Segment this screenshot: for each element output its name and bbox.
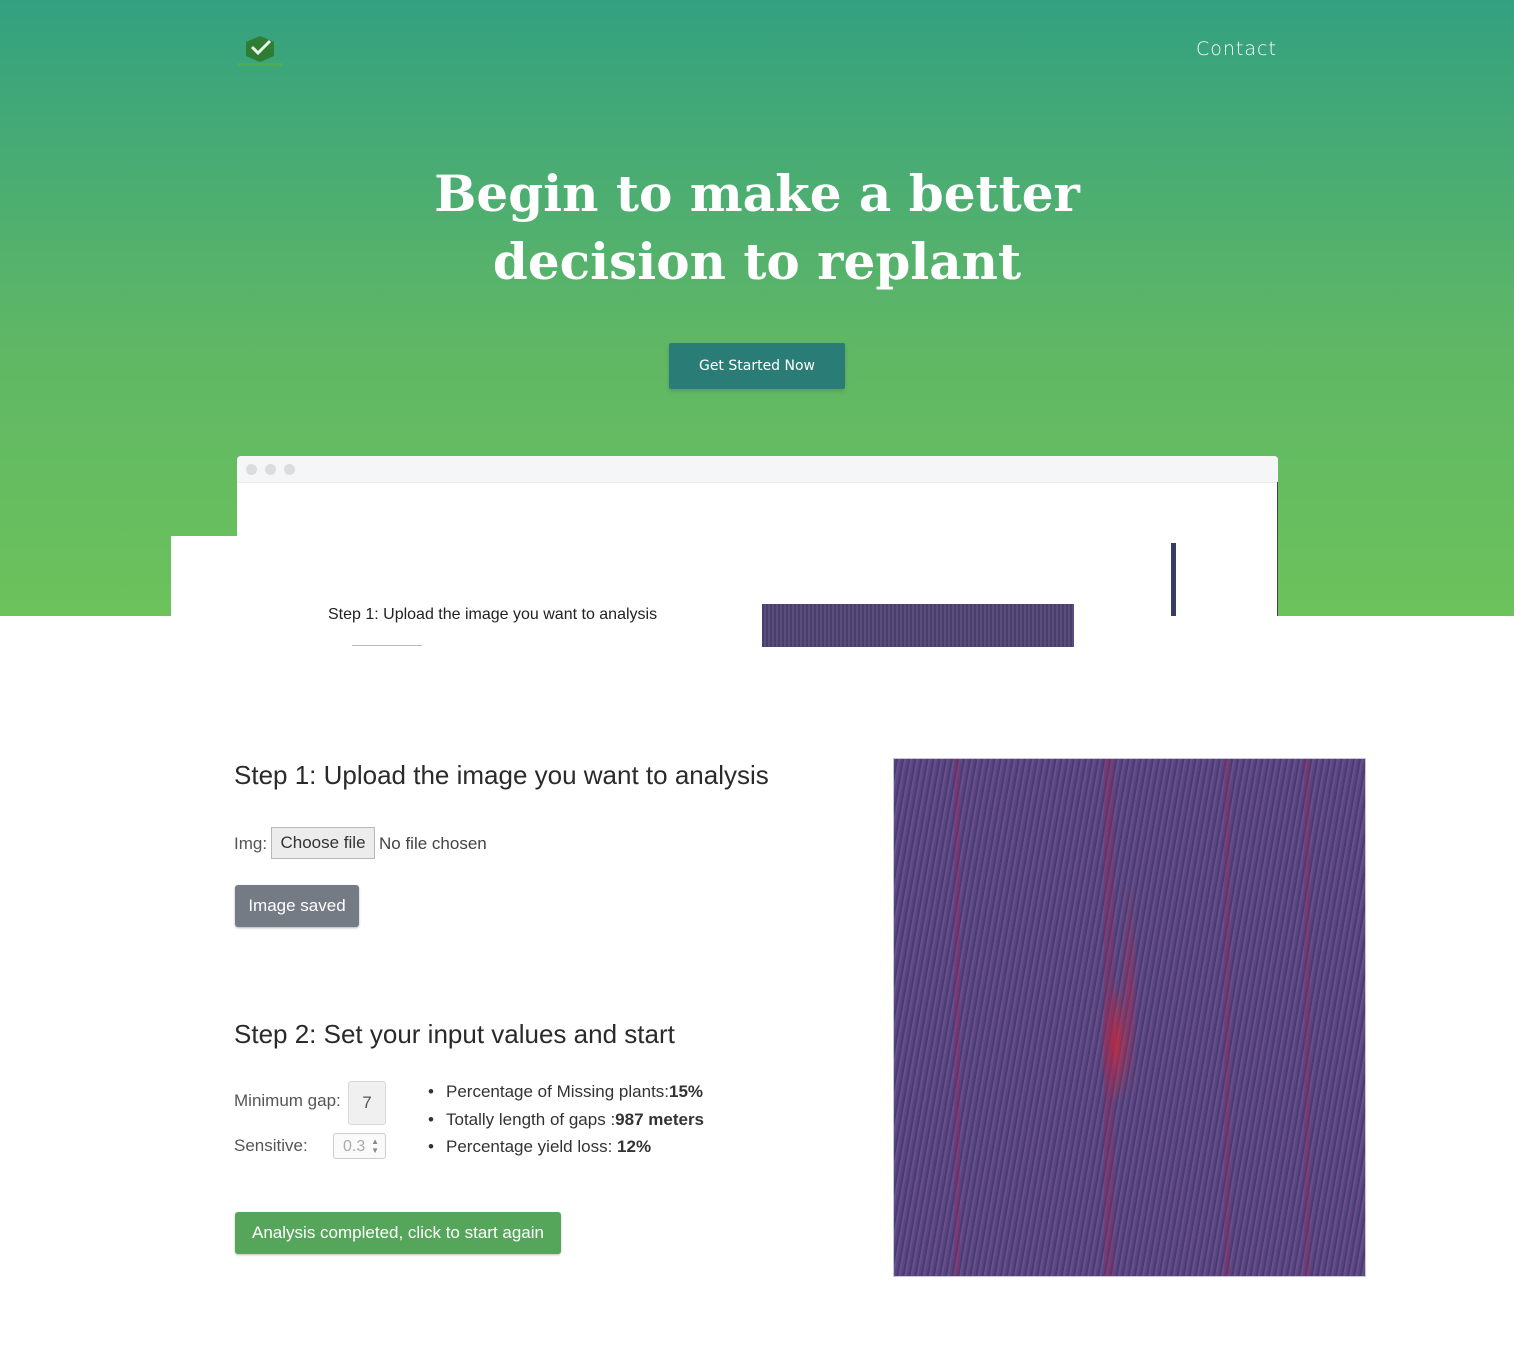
browser-title-bar xyxy=(237,456,1278,483)
result-value: 15% xyxy=(669,1082,704,1101)
step2-title: Step 2: Set your input values and start xyxy=(234,1019,675,1049)
preview-field-image xyxy=(762,604,1074,647)
result-label: Totally length of gaps : xyxy=(446,1109,616,1129)
field-row-stripe xyxy=(1224,759,1230,1276)
img-label: Img: xyxy=(234,834,268,853)
no-file-text: No file chosen xyxy=(379,834,487,853)
step1-title: Step 1: Upload the image you want to ana… xyxy=(234,760,769,790)
window-dot-icon xyxy=(246,464,257,475)
preview-step1-title: Step 1: Upload the image you want to ana… xyxy=(328,606,658,623)
preview-card: Step 1: Upload the image you want to ana… xyxy=(171,536,1171,647)
preview-divider xyxy=(352,645,422,646)
field-analysis-image xyxy=(893,758,1366,1277)
spinner-arrows-icon[interactable]: ▲ ▼ xyxy=(371,1137,379,1155)
choose-file-button[interactable]: Choose file xyxy=(271,827,375,859)
sensitive-value: 0.3 xyxy=(343,1138,366,1155)
sensitive-label: Sensitive: xyxy=(234,1136,308,1155)
hero-section: Contact Begin to make a better decision … xyxy=(0,0,1514,616)
result-label: Percentage of Missing plants: xyxy=(446,1082,670,1101)
result-label: Percentage yield loss: xyxy=(446,1137,618,1156)
field-row-stripe xyxy=(1304,759,1310,1276)
get-started-button[interactable]: Get Started Now xyxy=(669,343,845,389)
min-gap-label: Minimum gap: xyxy=(234,1091,341,1110)
results-list: Percentage of Missing plants:15% Totally… xyxy=(428,1080,704,1163)
window-dot-icon xyxy=(284,464,295,475)
window-dot-icon xyxy=(265,464,276,475)
list-item: Percentage yield loss: 12% xyxy=(428,1135,704,1163)
hero-headline: Begin to make a better decision to repla… xyxy=(357,160,1157,296)
leaf-check-logo[interactable] xyxy=(236,34,284,68)
result-value: 12% xyxy=(617,1137,652,1156)
list-item: Totally length of gaps :987 meters xyxy=(428,1108,704,1136)
list-item: Percentage of Missing plants:15% xyxy=(428,1080,704,1108)
browser-edge xyxy=(1277,482,1278,616)
sensitive-stepper[interactable]: 0.3 ▲ ▼ xyxy=(333,1133,386,1159)
field-row-stripe xyxy=(1104,759,1114,1276)
min-gap-input[interactable]: 7 xyxy=(348,1081,386,1125)
analysis-restart-button[interactable]: Analysis completed, click to start again xyxy=(235,1212,561,1254)
headline-line-2: decision to replant xyxy=(492,232,1022,291)
headline-line-1: Begin to make a better xyxy=(434,164,1080,223)
image-saved-button[interactable]: Image saved xyxy=(235,885,359,927)
result-value: 987 meters xyxy=(615,1109,705,1129)
nav-contact-link[interactable]: Contact xyxy=(1196,38,1277,60)
field-row-stripe xyxy=(954,759,960,1276)
